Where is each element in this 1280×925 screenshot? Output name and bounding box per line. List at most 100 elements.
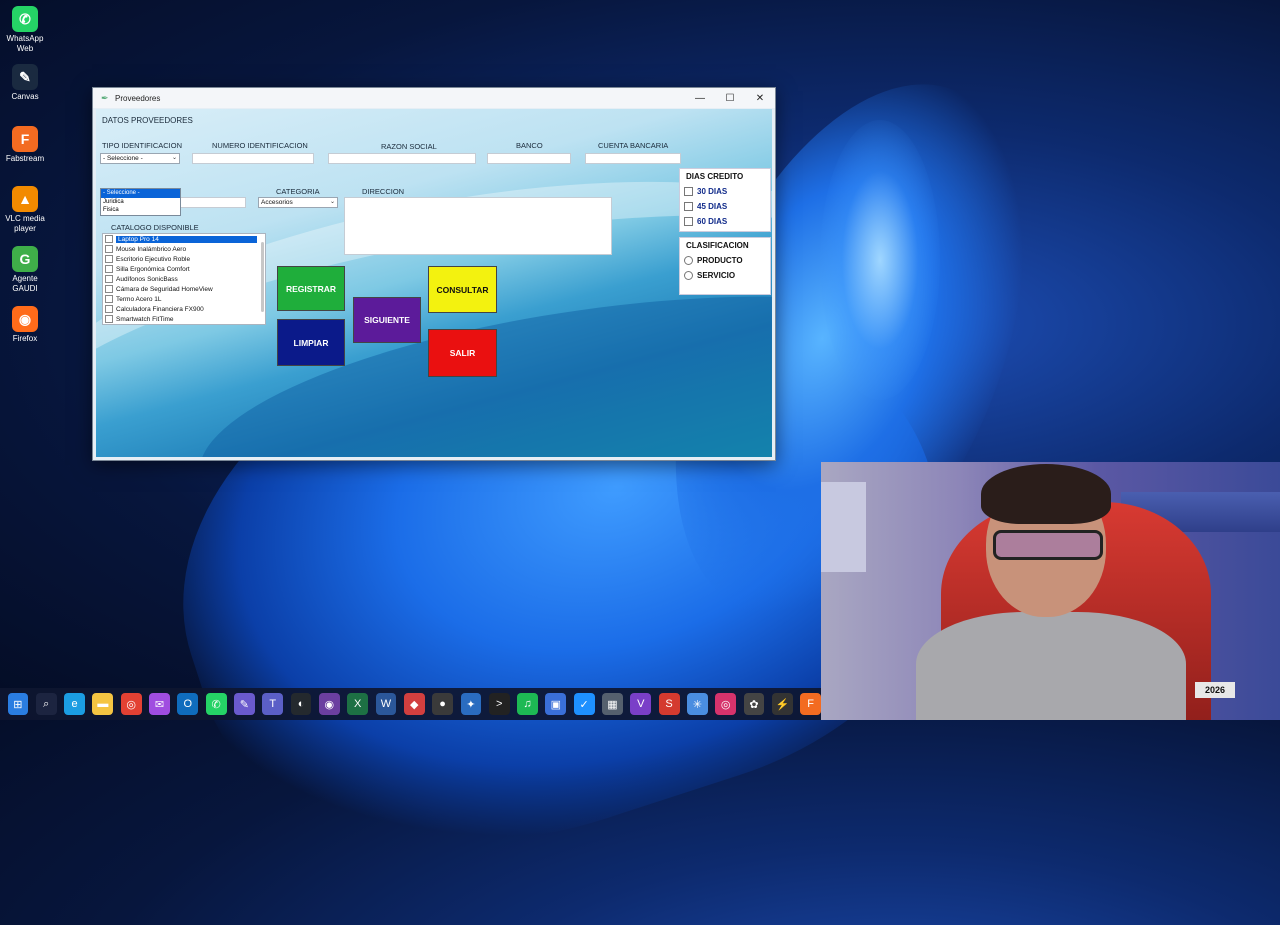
list-item[interactable]: Audífonos SonicBass: [103, 274, 265, 284]
excel-icon[interactable]: X: [347, 693, 369, 715]
checkbox-option[interactable]: 45 DIAS: [684, 202, 770, 211]
direccion-textarea[interactable]: [344, 197, 612, 255]
app-tools-icon[interactable]: ✦: [460, 693, 482, 715]
terminal-icon[interactable]: >: [488, 693, 510, 715]
item-checkbox[interactable]: [105, 255, 113, 263]
chrome-icon[interactable]: ◎: [120, 693, 142, 715]
app-stripe-icon[interactable]: S: [658, 693, 680, 715]
whatsapp-icon[interactable]: ✆: [205, 693, 227, 715]
app-grey-icon[interactable]: ▦: [602, 693, 623, 715]
desktop-shortcut[interactable]: ◉ Firefox: [0, 306, 50, 344]
teams-icon[interactable]: T: [262, 693, 284, 715]
option-label: 45 DIAS: [697, 202, 728, 211]
item-checkbox[interactable]: [105, 305, 113, 313]
close-button[interactable]: ✕: [745, 88, 775, 108]
search-icon[interactable]: ⌕: [35, 693, 57, 715]
list-item[interactable]: Termo Acero 1L: [103, 294, 265, 304]
clasificacion-group: CLASIFICACION PRODUCTO SERVICIO: [679, 237, 771, 295]
maximize-button[interactable]: ☐: [715, 88, 745, 108]
desktop-shortcut[interactable]: ▲ VLC media player: [0, 186, 50, 234]
file-explorer-icon[interactable]: ▬: [92, 693, 114, 715]
outlook-icon[interactable]: O: [177, 693, 199, 715]
checkbox-option[interactable]: 30 DIAS: [684, 187, 770, 196]
windows-start-icon[interactable]: ⊞: [7, 693, 29, 715]
label-razon-social: RAZON SOCIAL: [381, 142, 437, 151]
desktop-shortcut[interactable]: ✆ WhatsApp Web: [0, 6, 50, 54]
list-item[interactable]: Laptop Pro 14: [103, 234, 265, 244]
desktop-shortcut[interactable]: F Fabstream: [0, 126, 50, 164]
messenger-icon[interactable]: ✉: [149, 693, 170, 715]
item-checkbox[interactable]: [105, 285, 113, 293]
categoria-combo[interactable]: Accesorios ⌄: [258, 197, 338, 208]
checkbox-option[interactable]: 60 DIAS: [684, 217, 770, 226]
catalogo-scrollbar[interactable]: [261, 242, 264, 312]
consultar-button[interactable]: CONSULTAR: [428, 266, 497, 313]
cuenta-bancaria-input[interactable]: [585, 153, 681, 164]
list-item[interactable]: Escritorio Ejecutivo Roble: [103, 254, 265, 264]
app-red-icon[interactable]: ◆: [403, 693, 425, 715]
chatgpt-icon[interactable]: ✿: [743, 693, 765, 715]
numero-identificacion-input[interactable]: [192, 153, 314, 164]
app-blue-icon[interactable]: ▣: [545, 693, 567, 715]
item-checkbox[interactable]: [105, 275, 113, 283]
radio-option[interactable]: SERVICIO: [684, 271, 770, 280]
dropdown-option[interactable]: Fisica: [101, 206, 180, 215]
list-item-label: Audífonos SonicBass: [116, 275, 178, 283]
app-circle-icon[interactable]: ●: [432, 693, 453, 715]
desktop-shortcut-label: VLC media player: [5, 214, 45, 233]
window-titlebar[interactable]: ✒ Proveedores — ☐ ✕: [93, 88, 775, 108]
catalogo-checklist[interactable]: Laptop Pro 14 Mouse Inalámbrico Aero Escri…: [102, 233, 266, 325]
dropdown-option[interactable]: Juridica: [101, 198, 180, 207]
visual-studio-icon[interactable]: V: [630, 693, 652, 715]
desktop-shortcut[interactable]: G Agente GAUDI: [0, 246, 50, 294]
webcam-overlay: 2026: [821, 462, 1280, 720]
github-icon[interactable]: ◐: [290, 693, 312, 715]
razon-social-input[interactable]: [328, 153, 476, 164]
taskbar: ⊞ ⌕ e ▬ ◎ ✉ O ✆ ✎ T ◐ ◉ X W ◆ ● ✦ > ♫ ▣ ✓ ▦ V S ✳ ◎ ✿ ⚡ F: [0, 688, 822, 720]
instagram-icon[interactable]: ◎: [715, 693, 737, 715]
list-item[interactable]: Silla Ergonómica Comfort: [103, 264, 265, 274]
whatsapp-icon: ✆: [12, 6, 38, 32]
siguiente-button[interactable]: SIGUIENTE: [353, 297, 421, 343]
list-item[interactable]: Calculadora Financiera FX900: [103, 304, 265, 314]
webcam-sign: 2026: [1195, 682, 1235, 698]
minimize-button[interactable]: —: [685, 88, 715, 108]
vscode-blue-icon[interactable]: ✓: [573, 693, 595, 715]
item-checkbox[interactable]: [105, 315, 113, 323]
desktop-shortcut[interactable]: ✎ Canvas: [0, 64, 50, 102]
item-checkbox[interactable]: [105, 295, 113, 303]
obs-icon[interactable]: ◉: [318, 693, 340, 715]
checkbox[interactable]: [684, 217, 693, 226]
dias-credito-title: DIAS CREDITO: [686, 172, 744, 181]
radio-option[interactable]: PRODUCTO: [684, 256, 770, 265]
list-item-label: Escritorio Ejecutivo Roble: [116, 255, 191, 263]
list-item[interactable]: Cámara de Seguridad HomeView: [103, 284, 265, 294]
word-icon[interactable]: W: [375, 693, 397, 715]
item-checkbox[interactable]: [105, 265, 113, 273]
checkbox[interactable]: [684, 187, 693, 196]
list-item-label: Silla Ergonómica Comfort: [116, 265, 190, 273]
salir-button[interactable]: SALIR: [428, 329, 497, 377]
spotify-icon[interactable]: ♫: [517, 693, 538, 715]
desktop-shortcut-label: Canvas: [11, 92, 39, 101]
item-checkbox[interactable]: [105, 245, 113, 253]
dropdown-option[interactable]: - Seleccione -: [101, 189, 180, 198]
app-bolt-icon[interactable]: ⚡: [771, 693, 793, 715]
list-item[interactable]: Mouse Inalámbrico Aero: [103, 244, 265, 254]
app-ab-icon[interactable]: ✳: [687, 693, 708, 715]
app-f-icon[interactable]: F: [800, 693, 822, 715]
edge-icon[interactable]: e: [64, 693, 85, 715]
tipo-identificacion-value: - Seleccione -: [103, 155, 143, 162]
limpiar-button[interactable]: LIMPIAR: [277, 319, 345, 366]
fabstream-icon: F: [12, 126, 38, 152]
list-item[interactable]: Smartwatch FitTime: [103, 314, 265, 324]
app-feather-icon: ✒: [101, 93, 109, 103]
tipo-identificacion-combo[interactable]: - Seleccione - ⌄: [100, 153, 180, 164]
banco-input[interactable]: [487, 153, 571, 164]
paint-icon[interactable]: ✎: [234, 693, 255, 715]
radio-button[interactable]: [684, 256, 693, 265]
registrar-button[interactable]: REGISTRAR: [277, 266, 345, 311]
checkbox[interactable]: [684, 202, 693, 211]
item-checkbox[interactable]: [105, 235, 113, 243]
radio-button[interactable]: [684, 271, 693, 280]
